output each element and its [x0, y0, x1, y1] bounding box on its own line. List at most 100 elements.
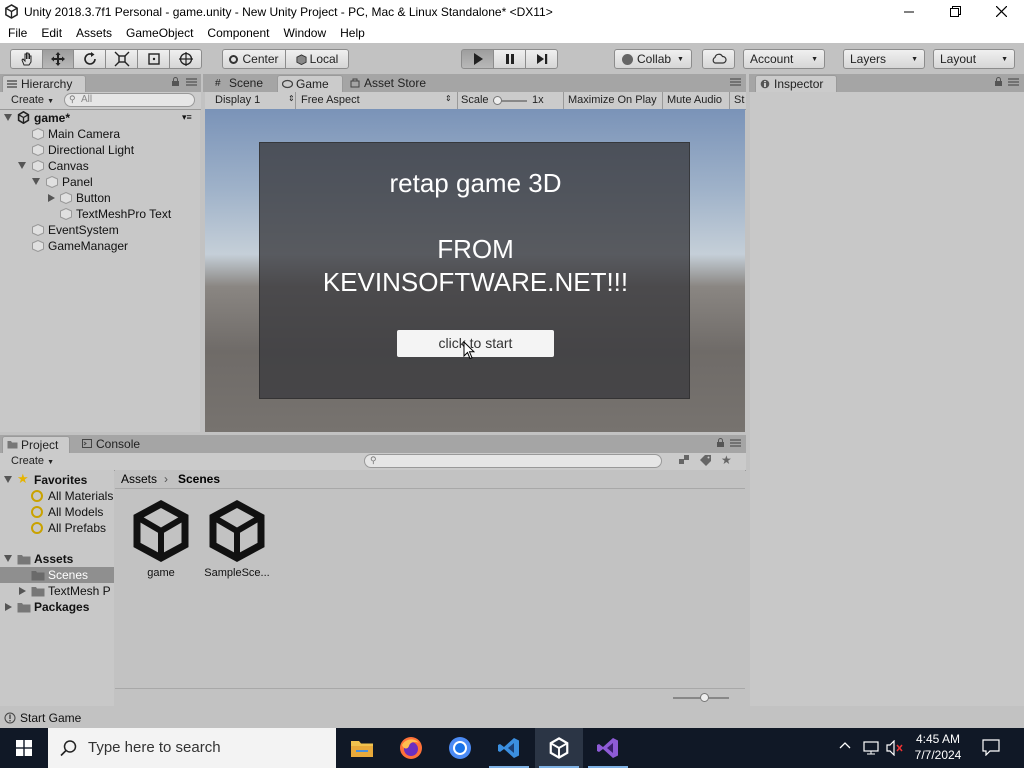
play-button[interactable] [461, 49, 494, 69]
pivot-local-button[interactable]: Local [285, 49, 349, 69]
pivot-center-button[interactable]: Center [222, 49, 286, 69]
scale-tool-button[interactable] [105, 49, 138, 69]
panel-menu-icon[interactable] [730, 77, 741, 87]
panel-menu-icon[interactable] [1008, 77, 1019, 87]
taskbar-firefox[interactable] [387, 728, 435, 768]
notification-icon[interactable] [982, 739, 1000, 756]
expand-triangle-icon[interactable] [19, 587, 26, 595]
hierarchy-item-gamemanager[interactable]: GameManager [0, 238, 200, 254]
tab-inspector[interactable]: Inspector [755, 75, 837, 92]
tab-asset-store[interactable]: Asset Store [346, 75, 440, 92]
start-game-button[interactable]: click to start [397, 330, 554, 357]
minimize-button[interactable] [886, 0, 932, 23]
menu-gameobject[interactable]: GameObject [119, 26, 200, 40]
asset-game-scene[interactable]: game [123, 500, 199, 579]
taskbar-clock[interactable]: 4:45 AM 7/7/2024 [906, 731, 970, 763]
layout-dropdown[interactable]: Layout ▼ [933, 49, 1015, 69]
hierarchy-item-button[interactable]: Button [0, 190, 200, 206]
expand-triangle-icon[interactable] [4, 555, 12, 562]
menu-help[interactable]: Help [333, 26, 372, 40]
taskbar-visual-studio[interactable] [584, 728, 632, 768]
hierarchy-item-directional-light[interactable]: Directional Light [0, 142, 200, 158]
rect-tool-button[interactable] [137, 49, 170, 69]
hierarchy-item-textmeshpro-text[interactable]: TextMeshPro Text [0, 206, 200, 222]
rotate-tool-button[interactable] [73, 49, 106, 69]
favorite-star-icon[interactable]: ★ [721, 453, 732, 467]
scale-slider[interactable] [493, 96, 527, 105]
menu-window[interactable]: Window [276, 26, 333, 40]
packages-folder[interactable]: Packages [0, 599, 114, 615]
assets-folder[interactable]: Assets [0, 551, 114, 567]
favorites-header[interactable]: ★ Favorites [0, 471, 114, 488]
menu-assets[interactable]: Assets [69, 26, 119, 40]
menu-file[interactable]: File [1, 26, 34, 40]
project-create-dropdown[interactable]: Create ▼ [11, 455, 54, 467]
hierarchy-item-main-camera[interactable]: Main Camera [0, 126, 200, 142]
taskbar-search-box[interactable]: Type here to search [48, 728, 336, 768]
tab-console[interactable]: Console [78, 436, 150, 453]
textmesh-folder[interactable]: TextMesh P [0, 583, 114, 599]
transform-tool-button[interactable] [169, 49, 202, 69]
network-icon[interactable] [863, 740, 879, 756]
panel-menu-icon[interactable] [730, 438, 741, 448]
account-dropdown[interactable]: Account ▼ [743, 49, 825, 69]
hand-tool-button[interactable] [10, 49, 43, 69]
step-button[interactable] [525, 49, 558, 69]
favorite-all-models[interactable]: All Models [0, 504, 114, 520]
menu-component[interactable]: Component [200, 26, 276, 40]
mute-audio-toggle[interactable]: Mute Audio [667, 94, 722, 106]
lock-icon[interactable] [171, 77, 180, 87]
hierarchy-item-eventsystem[interactable]: EventSystem [0, 222, 200, 238]
expand-triangle-icon[interactable] [18, 162, 26, 169]
favorite-all-prefabs[interactable]: All Prefabs [0, 520, 114, 536]
expand-triangle-icon[interactable] [5, 603, 12, 611]
panel-menu-icon[interactable] [186, 77, 197, 87]
scale-slider-thumb[interactable] [493, 96, 502, 105]
maximize-button[interactable] [932, 0, 978, 23]
scenes-folder[interactable]: Scenes [0, 567, 114, 583]
breadcrumb-assets[interactable]: Assets [121, 470, 157, 489]
tab-hierarchy[interactable]: Hierarchy [2, 75, 86, 92]
expand-triangle-icon[interactable] [4, 114, 12, 121]
favorite-all-materials[interactable]: All Materials [0, 488, 114, 504]
expand-triangle-icon[interactable] [4, 476, 12, 483]
filter-by-label-icon[interactable] [699, 454, 712, 467]
expand-triangle-icon[interactable] [32, 178, 40, 185]
hierarchy-item-panel[interactable]: Panel [0, 174, 200, 190]
icon-size-slider-thumb[interactable] [700, 693, 709, 702]
project-search-input[interactable]: ⚲ [364, 454, 662, 468]
cloud-button[interactable] [702, 49, 735, 69]
volume-muted-icon[interactable] [886, 740, 904, 756]
taskbar-file-explorer[interactable] [338, 728, 386, 768]
pause-button[interactable] [493, 49, 526, 69]
scene-menu-icon[interactable]: ▾≡ [182, 109, 192, 125]
aspect-dropdown[interactable]: Free Aspect ⇕ [301, 94, 457, 106]
filter-by-type-icon[interactable] [678, 454, 691, 467]
maximize-on-play-toggle[interactable]: Maximize On Play [568, 94, 657, 106]
close-button[interactable] [978, 0, 1024, 23]
taskbar-visual-studio-code[interactable] [485, 728, 533, 768]
collab-dropdown[interactable]: Collab ▼ [614, 49, 692, 69]
asset-samplescene[interactable]: SampleSce... [199, 500, 275, 579]
taskbar-unity[interactable] [535, 728, 583, 768]
tab-project[interactable]: Project [2, 436, 70, 453]
taskbar-chrome[interactable] [436, 728, 484, 768]
expand-triangle-icon[interactable] [48, 194, 55, 202]
stats-toggle[interactable]: St [734, 94, 744, 106]
tab-scene[interactable]: # Scene [211, 75, 275, 92]
hierarchy-create-dropdown[interactable]: Create ▼ [11, 94, 54, 106]
breadcrumb-scenes[interactable]: Scenes [178, 470, 220, 489]
lock-icon[interactable] [994, 77, 1003, 87]
start-button[interactable] [0, 728, 48, 768]
icon-size-slider[interactable] [673, 693, 729, 702]
display-dropdown[interactable]: Display 1 ⇕ [215, 94, 297, 106]
move-tool-button[interactable] [42, 49, 74, 69]
lock-icon[interactable] [716, 438, 725, 448]
tab-game[interactable]: Game [277, 75, 343, 92]
hierarchy-item-canvas[interactable]: Canvas [0, 158, 200, 174]
layers-dropdown[interactable]: Layers ▼ [843, 49, 925, 69]
scene-row[interactable]: game* ▾≡ [0, 110, 200, 126]
hierarchy-search-input[interactable]: ⚲ All [64, 93, 195, 107]
menu-edit[interactable]: Edit [34, 26, 69, 40]
chevron-up-icon[interactable] [839, 741, 851, 749]
